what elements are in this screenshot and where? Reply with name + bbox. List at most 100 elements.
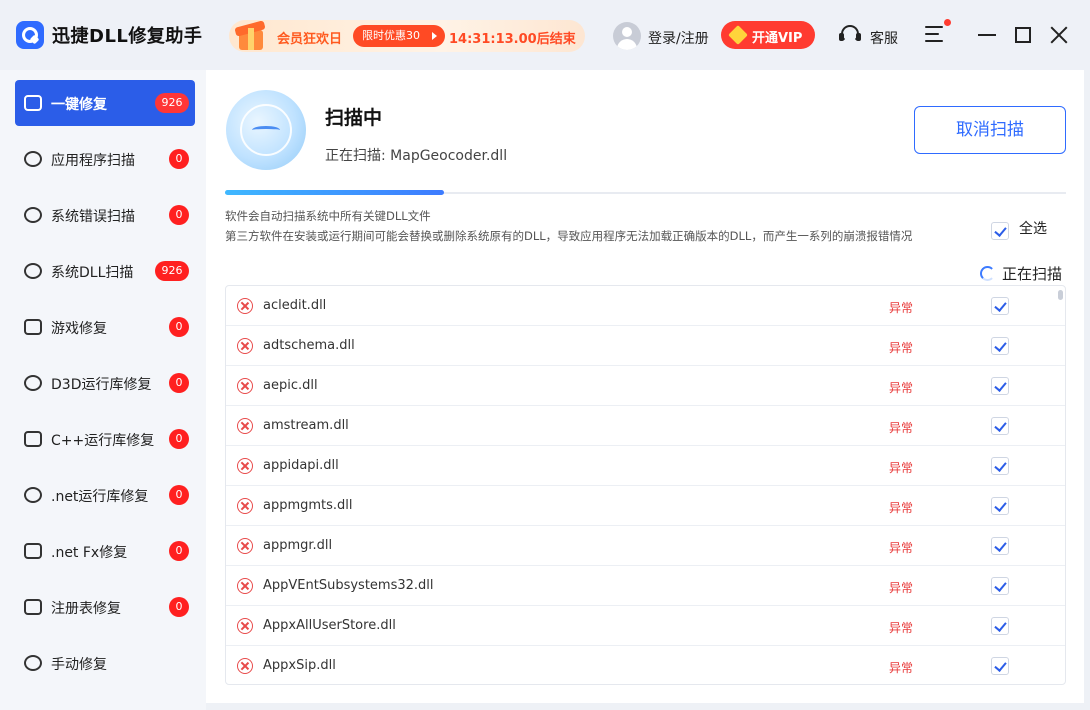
sidebar-item-label: .net Fx修复: [51, 545, 128, 561]
count-badge: 0: [169, 205, 189, 225]
promo-timer: 14:31:13.00后结束: [449, 32, 576, 47]
loading-spinner-icon: [980, 266, 995, 281]
table-row[interactable]: adtschema.dll 异常: [226, 326, 1065, 366]
scrollbar[interactable]: [1058, 290, 1063, 300]
sidebar-item-dotnet-repair[interactable]: .net运行库修复 0: [15, 472, 195, 518]
select-all-checkbox[interactable]: [991, 222, 1009, 240]
row-checkbox[interactable]: [991, 337, 1009, 355]
sidebar-item-label: 系统错误扫描: [51, 209, 135, 225]
app-logo-icon: [16, 21, 44, 49]
wrench-icon: [24, 655, 42, 671]
sidebar-item-dotnet-fx-repair[interactable]: .net Fx修复 0: [15, 528, 195, 574]
dll-status: 异常: [889, 661, 914, 675]
sidebar-item-app-scan[interactable]: 应用程序扫描 0: [15, 136, 195, 182]
dll-file-name: appmgmts.dll: [263, 498, 353, 513]
promo-label: 会员狂欢日: [277, 32, 343, 47]
avatar[interactable]: [613, 22, 641, 50]
promo-pill-label: 限时优惠30: [362, 29, 420, 42]
gear-icon: [24, 207, 42, 223]
scan-info-line2: 第三方软件在安装或运行期间可能会替换或删除系统原有的DLL，导致应用程序无法加载…: [225, 229, 913, 243]
row-checkbox[interactable]: [991, 297, 1009, 315]
cancel-scan-button[interactable]: 取消扫描: [914, 106, 1066, 154]
monitor-icon: [24, 95, 42, 111]
vip-button[interactable]: 开通VIP: [721, 21, 815, 49]
dll-file-name: amstream.dll: [263, 418, 349, 433]
promo-banner[interactable]: 会员狂欢日 限时优惠30 14:31:13.00后结束: [229, 20, 585, 52]
gift-icon: [229, 16, 269, 54]
row-checkbox[interactable]: [991, 657, 1009, 675]
error-circle-icon: [237, 378, 253, 394]
headset-icon[interactable]: [839, 24, 861, 46]
sidebar-item-label: D3D运行库修复: [51, 377, 152, 393]
cube-icon: [24, 543, 42, 559]
sidebar-item-label: 游戏修复: [51, 321, 107, 337]
count-badge: 926: [155, 261, 189, 281]
error-circle-icon: [237, 298, 253, 314]
maximize-icon[interactable]: [1015, 27, 1031, 43]
sidebar-item-cpp-repair[interactable]: C++运行库修复 0: [15, 416, 195, 462]
app-title: 迅捷DLL修复助手: [52, 26, 203, 47]
error-circle-icon: [237, 418, 253, 434]
table-row[interactable]: acledit.dll 异常: [226, 286, 1065, 326]
table-row[interactable]: AppxSip.dll 异常: [226, 646, 1065, 684]
menu-icon[interactable]: [925, 26, 945, 44]
play-arrow-icon: [432, 32, 437, 40]
sidebar: 一键修复 926 应用程序扫描 0 系统错误扫描 0 系统DLL扫描 926 游…: [0, 70, 206, 710]
sidebar-item-label: 应用程序扫描: [51, 153, 135, 169]
clipboard-icon: [24, 599, 42, 615]
row-checkbox[interactable]: [991, 457, 1009, 475]
error-circle-icon: [237, 618, 253, 634]
table-row[interactable]: appmgr.dll 异常: [226, 526, 1065, 566]
gamepad-icon: [24, 319, 42, 335]
row-checkbox[interactable]: [991, 497, 1009, 515]
table-row[interactable]: AppxAllUserStore.dll 异常: [226, 606, 1065, 646]
scan-progress-bar: [225, 190, 1066, 195]
row-checkbox[interactable]: [991, 617, 1009, 635]
service-link[interactable]: 客服: [870, 28, 898, 48]
dll-status: 异常: [889, 541, 914, 555]
login-link[interactable]: 登录/注册: [648, 28, 709, 48]
sidebar-item-d3d-repair[interactable]: D3D运行库修复 0: [15, 360, 195, 406]
table-row[interactable]: amstream.dll 异常: [226, 406, 1065, 446]
table-row[interactable]: aepic.dll 异常: [226, 366, 1065, 406]
count-badge: 0: [169, 541, 189, 561]
nodes-icon: [24, 375, 42, 391]
count-badge: 0: [169, 597, 189, 617]
dll-file-name: AppVEntSubsystems32.dll: [263, 578, 434, 593]
title-bar: 迅捷DLL修复助手 会员狂欢日 限时优惠30 14:31:13.00后结束 登录…: [0, 0, 1090, 70]
dll-file-name: aepic.dll: [263, 378, 318, 393]
error-circle-icon: [237, 578, 253, 594]
count-badge: 926: [155, 93, 189, 113]
sidebar-item-registry-repair[interactable]: 注册表修复 0: [15, 584, 195, 630]
target-icon: [24, 263, 42, 279]
count-badge: 0: [169, 317, 189, 337]
sidebar-item-one-click-repair[interactable]: 一键修复 926: [15, 80, 195, 126]
sidebar-item-label: 手动修复: [51, 657, 107, 673]
error-circle-icon: [237, 338, 253, 354]
sidebar-item-manual-repair[interactable]: 手动修复: [15, 640, 195, 686]
table-row[interactable]: AppVEntSubsystems32.dll 异常: [226, 566, 1065, 606]
dll-file-name: appidapi.dll: [263, 458, 339, 473]
select-all-label[interactable]: 全选: [1019, 218, 1047, 238]
dll-status: 异常: [889, 381, 914, 395]
minimize-icon[interactable]: [978, 34, 996, 36]
table-row[interactable]: appmgmts.dll 异常: [226, 486, 1065, 526]
sidebar-item-system-dll-scan[interactable]: 系统DLL扫描 926: [15, 248, 195, 294]
table-row[interactable]: appidapi.dll 异常: [226, 446, 1065, 486]
sidebar-item-game-repair[interactable]: 游戏修复 0: [15, 304, 195, 350]
dll-file-name: AppxSip.dll: [263, 658, 336, 673]
dll-file-list: AppxSip.dll 异常 AppxAllUserStore.dll 异常 AppVE…: [225, 285, 1066, 685]
row-checkbox[interactable]: [991, 377, 1009, 395]
scan-info-line1: 软件会自动扫描系统中所有关键DLL文件: [225, 209, 431, 223]
scan-progress-fill: [225, 190, 444, 195]
row-checkbox[interactable]: [991, 537, 1009, 555]
sidebar-item-system-error-scan[interactable]: 系统错误扫描 0: [15, 192, 195, 238]
sidebar-item-label: .net运行库修复: [51, 489, 149, 505]
close-icon[interactable]: [1049, 25, 1069, 45]
sidebar-item-label: C++运行库修复: [51, 433, 155, 449]
promo-discount-pill[interactable]: 限时优惠30: [353, 25, 445, 47]
row-checkbox[interactable]: [991, 417, 1009, 435]
row-checkbox[interactable]: [991, 577, 1009, 595]
dll-file-name: adtschema.dll: [263, 338, 355, 353]
notification-dot: [944, 19, 951, 26]
